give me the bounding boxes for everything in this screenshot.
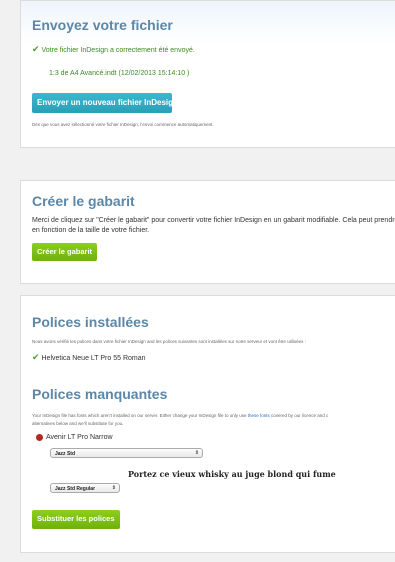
updown-arrow-icon: ⇕ [111, 485, 116, 491]
installed-fonts-title: Polices installées [32, 314, 149, 330]
font-family-select[interactable]: Jazz Std ⇕ [50, 448, 203, 458]
missing-font-item: Avenir LT Pro Narrow [36, 433, 113, 443]
create-template-button[interactable]: Créer le gabarit [32, 243, 98, 261]
missing-fonts-note-text: Your InDesign file has fonts which aren’… [32, 413, 248, 418]
red-dot-icon [36, 433, 43, 441]
substitute-fonts-button[interactable]: Substituer les polices [32, 510, 120, 529]
upload-success-line: ✔ Votre fichier InDesign a correctement … [32, 44, 195, 56]
create-template-desc-2: en fonction de la taille de votre fichie… [32, 227, 150, 234]
fonts-panel: Polices installées Nous avons vérifié le… [20, 295, 395, 553]
installed-font-name: Helvetica Neue LT Pro 55 Roman [41, 355, 146, 362]
missing-fonts-title: Polices manquantes [32, 386, 168, 402]
missing-fonts-note: Your InDesign file has fonts which aren’… [32, 413, 328, 418]
upload-panel: Envoyez votre fichier ✔ Votre fichier In… [20, 0, 395, 148]
create-template-title: Créer le gabarit [32, 193, 135, 209]
font-family-select-value: Jazz Std [55, 451, 76, 457]
installed-fonts-note: Nous avons vérifié les polices dans votr… [32, 339, 306, 344]
upload-note: Dès que vous avez sélectionné votre fich… [32, 122, 214, 127]
font-style-select-value: Jazz Std Regular [55, 486, 96, 492]
these-fonts-link[interactable]: these fonts [248, 413, 270, 418]
uploaded-file-info: 1:3 de A4 Avancé.indt (12/02/2013 15:14:… [49, 70, 190, 77]
upload-success-msg: Votre fichier InDesign a correctement ét… [41, 47, 195, 54]
font-preview-text: Portez ce vieux whisky au juge blond qui… [128, 469, 336, 479]
create-template-desc-1: Merci de cliquez sur "Créer le gabarit" … [32, 217, 395, 224]
check-icon: ✔ [32, 44, 40, 54]
updown-arrow-icon: ⇕ [194, 450, 199, 456]
upload-title: Envoyez votre fichier [32, 17, 173, 33]
missing-fonts-note-text-2: covered by our licence and c [269, 413, 329, 418]
installed-font-item: ✔ Helvetica Neue LT Pro 55 Roman [32, 352, 146, 364]
missing-fonts-note-line2: alternatives below and we'll substitute … [32, 421, 124, 426]
missing-font-name: Avenir LT Pro Narrow [46, 434, 113, 441]
upload-new-file-button[interactable]: Envoyer un nouveau fichier InDesign [32, 93, 172, 113]
create-template-panel: Créer le gabarit Merci de cliquez sur "C… [20, 180, 395, 284]
font-style-select[interactable]: Jazz Std Regular ⇕ [50, 483, 120, 493]
check-icon: ✔ [32, 352, 40, 362]
